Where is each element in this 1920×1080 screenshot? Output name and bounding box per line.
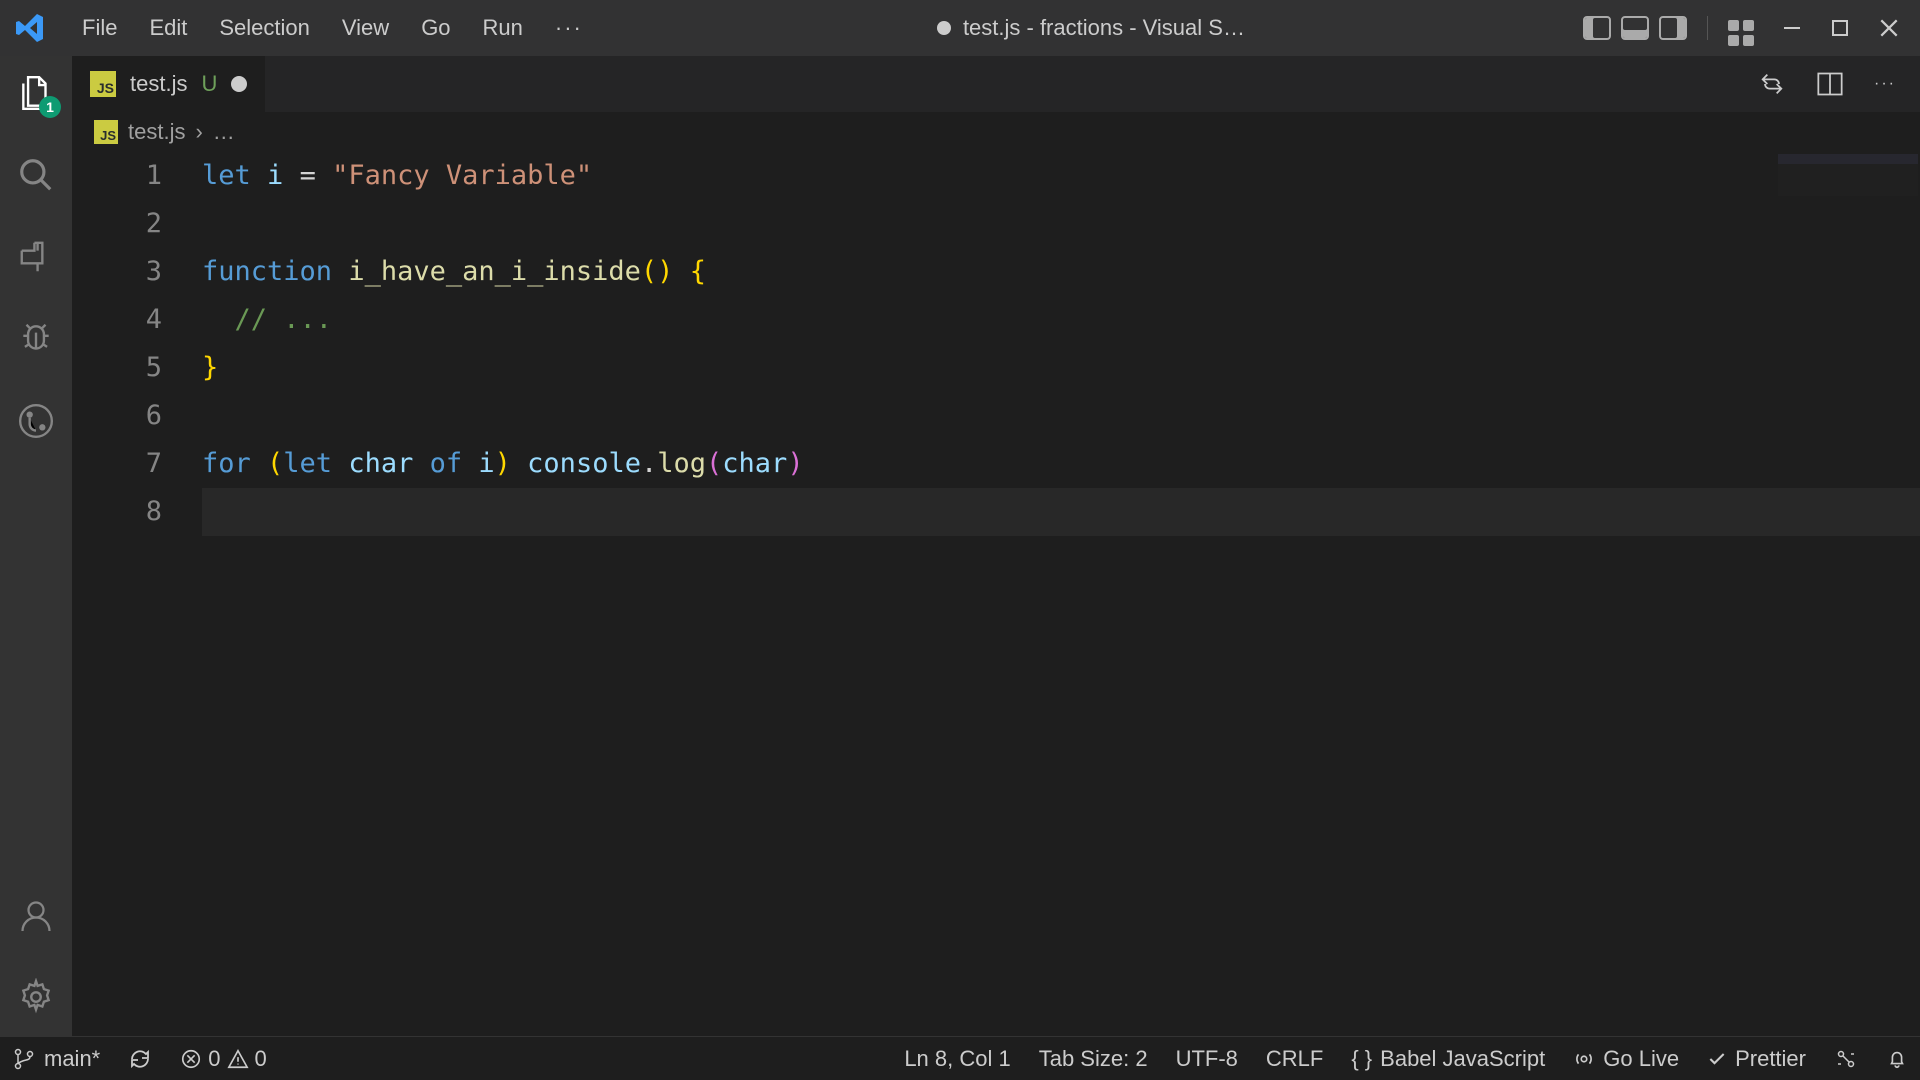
toggle-secondary-sidebar-icon[interactable] (1659, 16, 1687, 40)
tab-git-status: U (201, 71, 217, 97)
menu-overflow-icon[interactable]: ··· (539, 15, 599, 41)
sb-branch[interactable]: main* (12, 1046, 100, 1072)
line-number: 8 (72, 488, 162, 536)
sb-error-count: 0 (208, 1046, 220, 1072)
compare-changes-icon[interactable] (1758, 70, 1786, 98)
sb-eol[interactable]: CRLF (1266, 1046, 1323, 1072)
sb-problems[interactable]: 0 0 (180, 1046, 267, 1072)
toggle-primary-sidebar-icon[interactable] (1583, 16, 1611, 40)
window-title: test.js - fractions - Visual S… (599, 15, 1583, 41)
window-title-text: test.js - fractions - Visual S… (963, 15, 1245, 41)
layout-controls (1583, 16, 1708, 40)
toggle-panel-icon[interactable] (1621, 16, 1649, 40)
sb-language-mode[interactable]: { } Babel JavaScript (1351, 1046, 1545, 1072)
sb-ports-icon[interactable] (1834, 1047, 1858, 1071)
minimap[interactable] (1778, 154, 1918, 196)
tab-filename: test.js (130, 71, 187, 97)
sb-prettier[interactable]: Prettier (1707, 1046, 1806, 1072)
line-number: 4 (72, 296, 162, 344)
activity-bar: 1 (0, 56, 72, 1036)
breadcrumb-file[interactable]: test.js (128, 119, 185, 145)
line-number: 1 (72, 152, 162, 200)
menu-file[interactable]: File (66, 15, 133, 41)
more-actions-icon[interactable]: ··· (1874, 75, 1896, 93)
customize-layout-icon[interactable] (1728, 20, 1754, 46)
chevron-right-icon: › (195, 119, 202, 145)
title-bar: File Edit Selection View Go Run ··· test… (0, 0, 1920, 56)
sb-encoding[interactable]: UTF-8 (1176, 1046, 1238, 1072)
code-content[interactable]: let i = "Fancy Variable" function i_have… (202, 152, 1920, 536)
menu-run[interactable]: Run (467, 15, 539, 41)
sb-go-live-label: Go Live (1603, 1046, 1679, 1072)
explorer-badge: 1 (39, 96, 61, 118)
sb-language-label: Babel JavaScript (1380, 1046, 1545, 1072)
sb-notifications-icon[interactable] (1886, 1048, 1908, 1070)
code-editor[interactable]: 1 2 3 4 5 6 7 8 let i = "Fancy Variable"… (72, 152, 1920, 1036)
sb-branch-name: main* (44, 1046, 100, 1072)
breadcrumb[interactable]: JS test.js › … (72, 112, 1920, 152)
minimize-icon[interactable] (1782, 18, 1802, 38)
tab-dirty-close-icon[interactable] (231, 76, 247, 92)
vscode-logo-icon (14, 12, 46, 44)
line-gutter: 1 2 3 4 5 6 7 8 (72, 152, 202, 536)
extensions-icon[interactable] (17, 238, 55, 276)
breadcrumb-symbol[interactable]: … (213, 119, 235, 145)
search-icon[interactable] (17, 156, 55, 194)
line-number: 6 (72, 392, 162, 440)
dirty-indicator-icon (937, 21, 951, 35)
sb-tab-size[interactable]: Tab Size: 2 (1039, 1046, 1148, 1072)
menu-go[interactable]: Go (405, 15, 466, 41)
javascript-file-icon: JS (94, 120, 118, 144)
menu-view[interactable]: View (326, 15, 405, 41)
explorer-icon[interactable]: 1 (17, 74, 55, 112)
split-editor-icon[interactable] (1816, 70, 1844, 98)
line-number: 7 (72, 440, 162, 488)
line-number: 2 (72, 200, 162, 248)
sb-sync-icon[interactable] (128, 1047, 152, 1071)
sb-go-live[interactable]: Go Live (1573, 1046, 1679, 1072)
line-number: 5 (72, 344, 162, 392)
sb-cursor-position[interactable]: Ln 8, Col 1 (904, 1046, 1010, 1072)
source-control-graph-icon[interactable] (17, 402, 55, 440)
sb-warning-count: 0 (255, 1046, 267, 1072)
menu-selection[interactable]: Selection (203, 15, 326, 41)
sb-prettier-label: Prettier (1735, 1046, 1806, 1072)
accounts-icon[interactable] (18, 898, 54, 934)
status-bar: main* 0 0 Ln 8, Col 1 Tab Size: 2 UTF-8 … (0, 1036, 1920, 1080)
javascript-file-icon: JS (90, 71, 116, 97)
braces-icon: { } (1351, 1046, 1372, 1072)
debug-icon[interactable] (17, 320, 55, 358)
tab-test-js[interactable]: JS test.js U (72, 56, 266, 112)
maximize-icon[interactable] (1830, 18, 1850, 38)
close-icon[interactable] (1878, 17, 1900, 39)
settings-gear-icon[interactable] (17, 978, 55, 1016)
menu-edit[interactable]: Edit (133, 15, 203, 41)
tab-bar: JS test.js U ··· (72, 56, 1920, 112)
line-number: 3 (72, 248, 162, 296)
editor-group: JS test.js U ··· JS test.js › … 1 2 3 4 (72, 56, 1920, 1036)
